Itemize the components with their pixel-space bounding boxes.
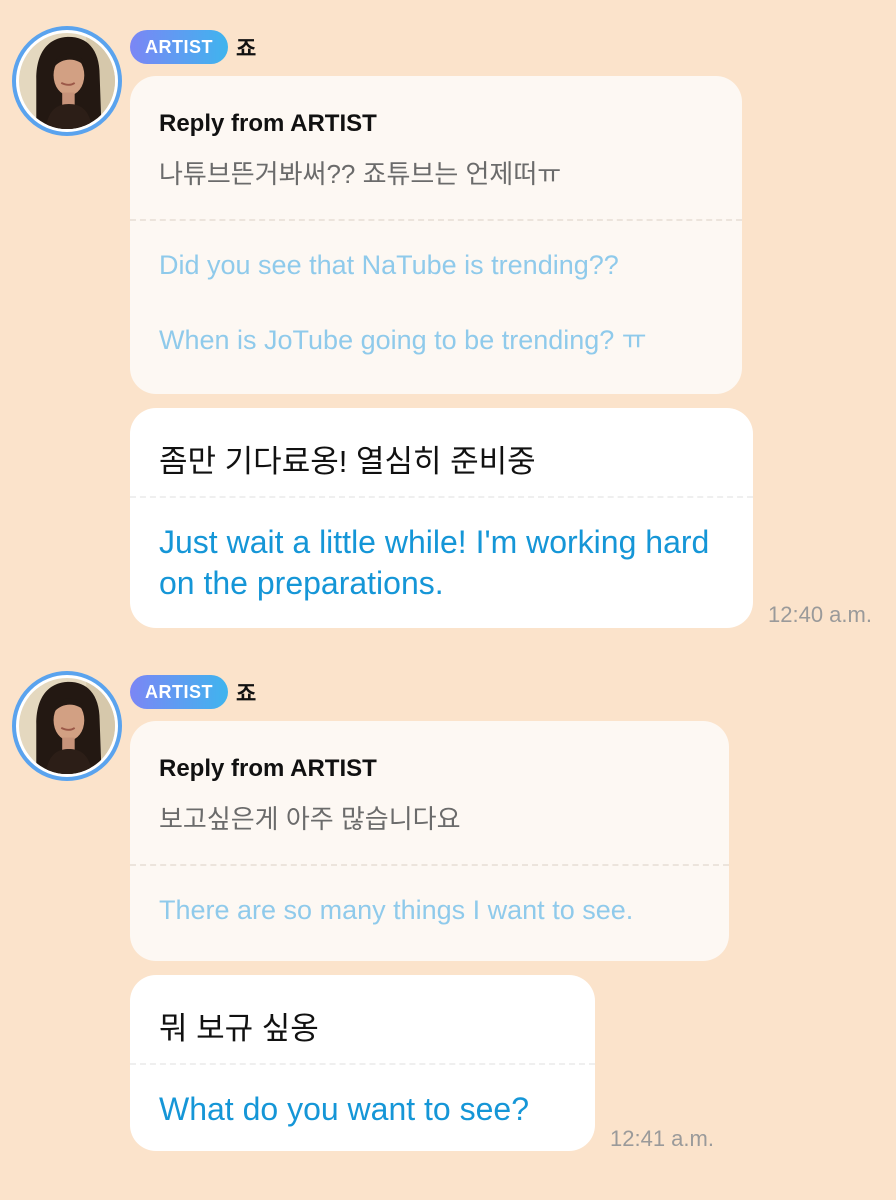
reply-label: Reply from ARTIST <box>159 755 377 782</box>
message-original-text: 뭐 보규 싶옹 <box>159 1011 319 1046</box>
message-translation-text: Just wait a little while! I'm working ha… <box>159 524 710 601</box>
reply-translation-text: When is JoTube going to be trending? ㅠ <box>159 325 647 355</box>
artist-header: ARTIST 죠 <box>130 675 256 709</box>
divider <box>130 219 742 221</box>
artist-badge: ARTIST <box>130 675 228 709</box>
artist-badge: ARTIST <box>130 30 228 64</box>
reply-card[interactable]: Reply from ARTIST 나튜브뜬거봐써?? 죠튜브는 언제떠ㅠ Di… <box>130 76 742 394</box>
reply-card[interactable]: Reply from ARTIST 보고싶은게 아주 많습니다요 There a… <box>130 721 729 961</box>
message-bubble[interactable]: 뭐 보규 싶옹 What do you want to see? <box>130 975 595 1151</box>
reply-original-text: 나튜브뜬거봐써?? 죠튜브는 언제떠ㅠ <box>159 159 562 189</box>
reply-label: Reply from ARTIST <box>159 110 377 137</box>
message-original-text: 좀만 기다료옹! 열심히 준비중 <box>159 444 536 479</box>
reply-translation-text: Did you see that NaTube is trending?? <box>159 250 619 280</box>
artist-name: 죠 <box>236 681 257 706</box>
divider <box>130 496 753 498</box>
reply-original-text: 보고싶은게 아주 많습니다요 <box>159 804 461 834</box>
artist-header: ARTIST 죠 <box>130 30 256 64</box>
message-translation-text: What do you want to see? <box>159 1091 529 1127</box>
divider <box>130 1063 595 1065</box>
reply-translation-text: There are so many things I want to see. <box>159 895 634 925</box>
artist-name: 죠 <box>236 36 257 61</box>
message-bubble[interactable]: 좀만 기다료옹! 열심히 준비중 Just wait a little whil… <box>130 408 753 628</box>
artist-avatar[interactable] <box>12 671 122 781</box>
artist-avatar[interactable] <box>12 26 122 136</box>
timestamp: 12:40 a.m. <box>768 602 872 627</box>
timestamp: 12:41 a.m. <box>610 1126 714 1151</box>
divider <box>130 864 729 866</box>
